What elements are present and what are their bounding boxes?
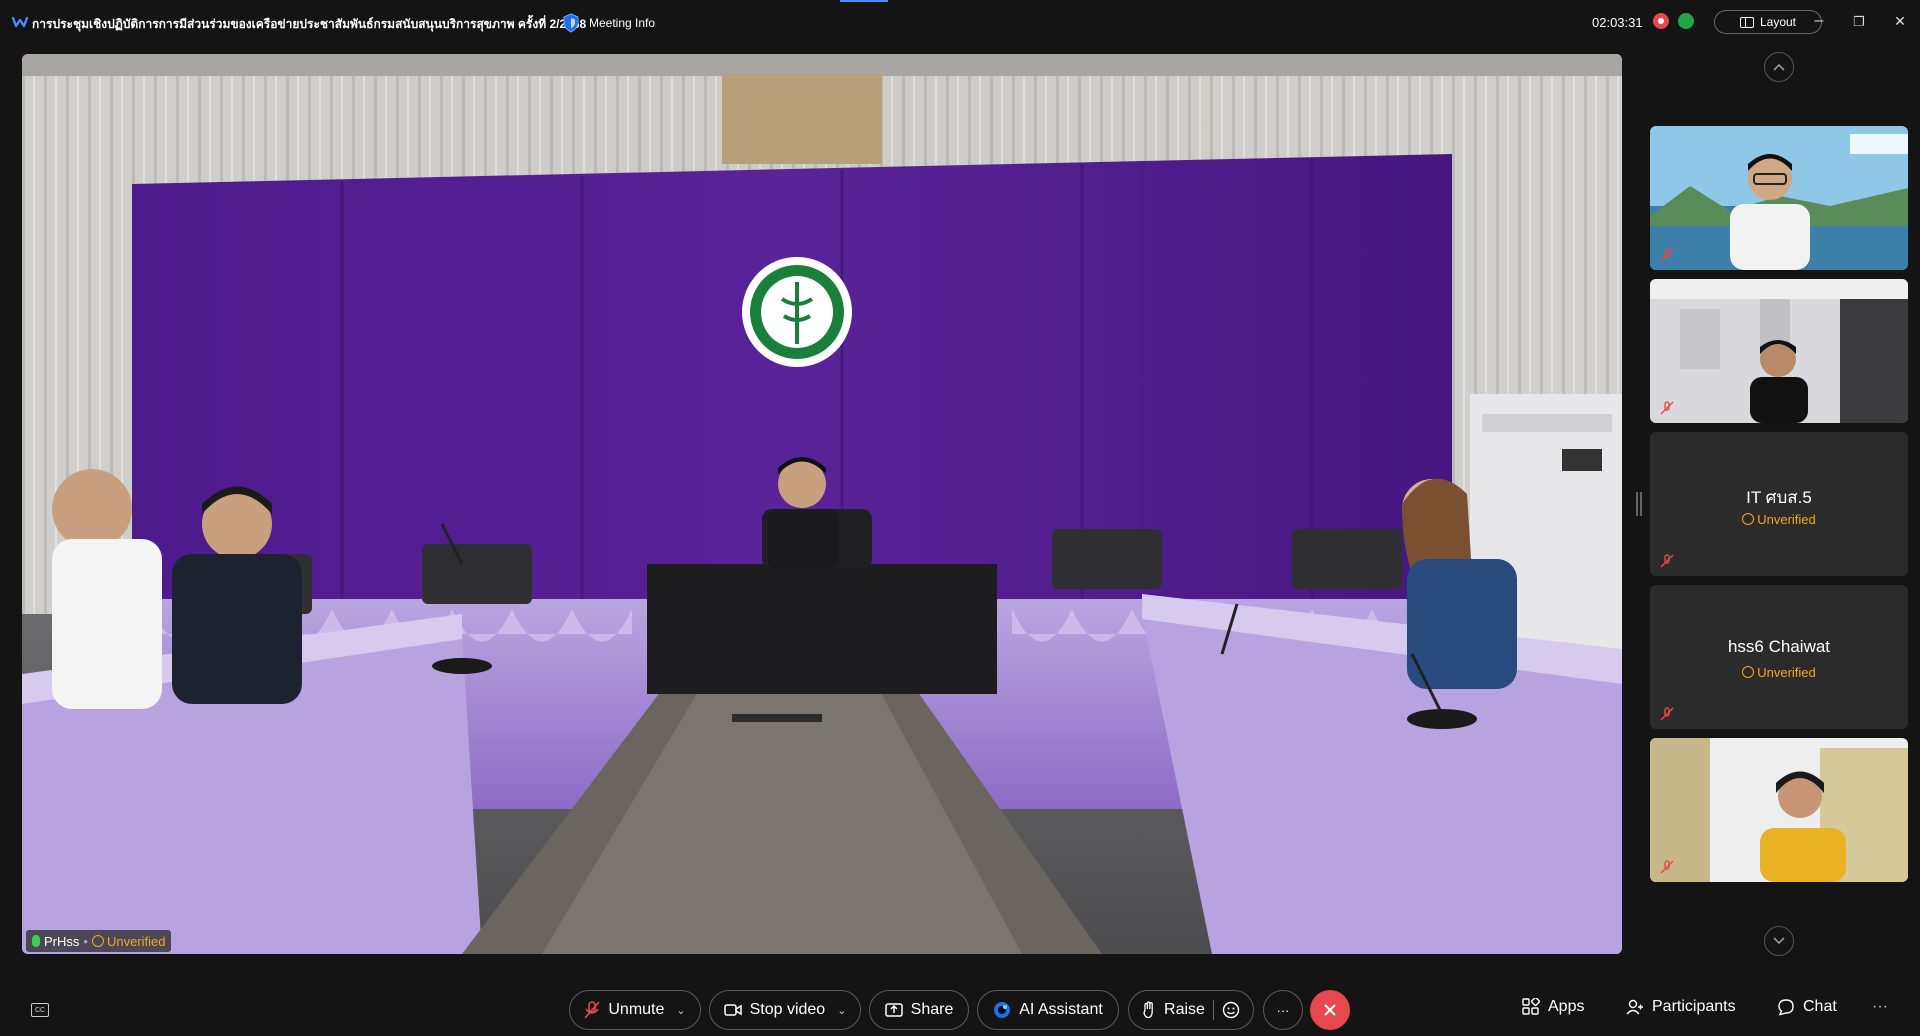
chat-icon xyxy=(1778,999,1794,1016)
stop-video-button[interactable]: Stop video ⌄ xyxy=(709,990,861,1030)
chevron-down-icon[interactable]: ⌄ xyxy=(676,1004,685,1017)
layout-icon xyxy=(1739,16,1754,28)
ai-assistant-button[interactable]: AI Assistant xyxy=(977,990,1119,1030)
main-video-stage[interactable] xyxy=(22,54,1622,954)
layout-label: Layout xyxy=(1759,15,1797,29)
participant-status: Unverified xyxy=(1650,665,1908,680)
warning-icon xyxy=(91,934,104,947)
panel-resize-handle[interactable] xyxy=(1636,492,1642,516)
scroll-down-button[interactable] xyxy=(1764,926,1794,956)
participant-video xyxy=(1650,126,1908,270)
participant-name: hss6 Chaiwat xyxy=(1727,637,1831,656)
conference-room-video xyxy=(22,54,1622,954)
microphone-muted-icon xyxy=(1660,554,1674,568)
microphone-muted-icon xyxy=(1660,860,1674,874)
chevron-down-icon xyxy=(1773,937,1785,945)
label-separator: • xyxy=(83,933,88,949)
chevron-up-icon xyxy=(1773,63,1785,71)
active-speaker-label: PrHss • Unverified xyxy=(26,930,172,952)
more-options-button[interactable]: ··· xyxy=(1263,990,1303,1030)
closed-captions-button[interactable]: CC xyxy=(31,1003,49,1017)
reactions-icon[interactable] xyxy=(1222,1001,1240,1019)
close-icon[interactable]: ✕ xyxy=(1890,13,1910,30)
microphone-muted-icon xyxy=(1660,248,1674,262)
unmute-label: Unmute xyxy=(608,1001,665,1018)
meeting-title: การประชุมเชิงปฏิบัติการการมีส่วนร่วมของเ… xyxy=(32,17,587,31)
ai-assistant-label: AI Assistant xyxy=(1019,1001,1103,1018)
shield-icon[interactable] xyxy=(562,13,580,33)
microphone-muted-icon xyxy=(1660,401,1674,415)
participants-icon xyxy=(1626,999,1643,1015)
microphone-muted-icon xyxy=(584,1001,600,1019)
participant-video xyxy=(1650,279,1908,423)
webex-logo-icon xyxy=(12,16,28,28)
participant-tile-4[interactable]: hss6 Chaiwat Unverified xyxy=(1650,585,1908,729)
restore-icon[interactable]: ❐ xyxy=(1849,14,1869,30)
raise-label: Raise xyxy=(1164,1001,1205,1018)
stop-video-label: Stop video xyxy=(749,1001,826,1018)
share-screen-icon xyxy=(884,1003,903,1017)
raise-hand-icon xyxy=(1143,1001,1153,1019)
participant-tile-2[interactable] xyxy=(1650,279,1908,423)
minimize-icon[interactable]: – xyxy=(1809,12,1829,30)
apps-button[interactable]: Apps xyxy=(1522,998,1584,1016)
participant-tile-1[interactable] xyxy=(1650,126,1908,270)
apps-icon xyxy=(1522,998,1540,1015)
ai-assistant-icon xyxy=(994,1002,1011,1018)
meeting-info-button[interactable]: Meeting Info xyxy=(589,16,655,30)
participants-button[interactable]: Participants xyxy=(1626,998,1736,1016)
warning-icon xyxy=(1742,513,1755,525)
scroll-up-button[interactable] xyxy=(1764,52,1794,82)
connection-status-icon[interactable] xyxy=(1678,13,1694,29)
participants-label: Participants xyxy=(1652,998,1736,1015)
meeting-timer: 02:03:31 xyxy=(1592,15,1643,30)
overflow-menu-button[interactable]: ··· xyxy=(1872,998,1888,1016)
participant-tile-5[interactable] xyxy=(1650,738,1908,882)
unmute-button[interactable]: Unmute ⌄ xyxy=(569,990,701,1030)
chat-label: Chat xyxy=(1803,998,1837,1015)
participant-name: IT ศบส.5 xyxy=(1746,488,1812,507)
microphone-muted-icon xyxy=(1660,707,1674,721)
share-label: Share xyxy=(910,1001,954,1018)
active-speaker-name: PrHss xyxy=(44,933,80,949)
active-speaker-status: Unverified xyxy=(91,934,165,949)
chevron-down-icon[interactable]: ⌄ xyxy=(837,1004,846,1017)
share-button[interactable]: Share xyxy=(869,990,969,1030)
close-icon xyxy=(1324,1004,1336,1016)
drag-indicator xyxy=(840,0,888,2)
video-camera-icon xyxy=(723,1004,742,1016)
recording-icon[interactable] xyxy=(1653,13,1669,29)
layout-button[interactable]: Layout xyxy=(1714,10,1822,34)
raise-hand-button[interactable]: Raise xyxy=(1128,990,1254,1030)
chat-button[interactable]: Chat xyxy=(1777,998,1837,1016)
microphone-active-icon xyxy=(32,935,40,947)
leave-meeting-button[interactable] xyxy=(1310,990,1350,1030)
participant-tile-3[interactable]: IT ศบส.5 Unverified xyxy=(1650,432,1908,576)
participant-status: Unverified xyxy=(1650,512,1908,527)
participant-video xyxy=(1650,738,1908,882)
apps-label: Apps xyxy=(1548,998,1585,1015)
title-bar: การประชุมเชิงปฏิบัติการการมีส่วนร่วมของเ… xyxy=(0,0,1920,46)
warning-icon xyxy=(1742,666,1755,678)
divider xyxy=(1212,1000,1214,1020)
